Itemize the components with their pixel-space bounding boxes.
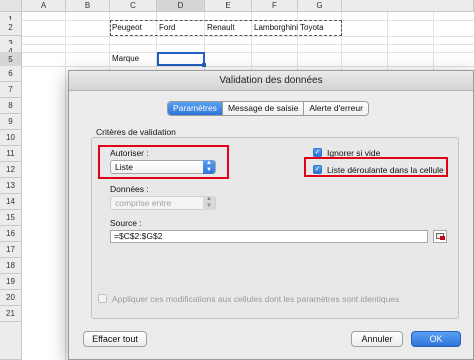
grid-line [22,52,474,53]
range-arrow-icon [440,236,445,240]
tab-bar: Paramètres Message de saisie Alerte d'er… [167,101,369,116]
column-header-blank [342,0,474,12]
row-header-21[interactable]: 21 [0,306,22,322]
row-header-6[interactable]: 6 [0,66,22,82]
column-header-f[interactable]: F [252,0,298,12]
row-header-15[interactable]: 15 [0,210,22,226]
row-header-9[interactable]: 9 [0,114,22,130]
row-header-20[interactable]: 20 [0,290,22,306]
row-header-blank [0,322,22,360]
source-input[interactable]: =$C$2:$G$2 [110,230,428,243]
select-all-corner[interactable] [0,0,22,12]
row-header-14[interactable]: 14 [0,194,22,210]
grid-line [22,44,474,45]
row-header-2[interactable]: 2 [0,20,22,36]
column-header-c[interactable]: C [110,0,157,12]
column-header-a[interactable]: A [22,0,66,12]
row-header-19[interactable]: 19 [0,274,22,290]
column-header-d[interactable]: D [157,0,205,12]
selected-cell-d5[interactable] [157,52,206,67]
row-header-18[interactable]: 18 [0,258,22,274]
source-label: Source : [110,218,142,228]
row-header-11[interactable]: 11 [0,146,22,162]
ignore-blank-checkbox[interactable]: ✓ [313,148,322,157]
row-header-17[interactable]: 17 [0,242,22,258]
chevron-updown-icon: ▲ ▼ [203,196,215,210]
tab-settings[interactable]: Paramètres [168,102,223,115]
column-header-e[interactable]: E [205,0,252,12]
range-picker-button[interactable] [433,230,447,243]
tab-input-message[interactable]: Message de saisie [222,102,305,115]
row-header-7[interactable]: 7 [0,82,22,98]
row-header-10[interactable]: 10 [0,130,22,146]
apply-to-similar-checkbox[interactable] [98,294,107,303]
cell-c5[interactable]: Marque [110,52,139,66]
grid-line [22,36,474,37]
data-select-value: comprise entre [115,198,172,208]
allow-highlight-box [98,145,229,179]
column-header-b[interactable]: B [66,0,110,12]
copy-range-marquee [110,20,342,36]
row-header-8[interactable]: 8 [0,98,22,114]
row-header-12[interactable]: 12 [0,162,22,178]
column-header-g[interactable]: G [298,0,342,12]
cancel-button[interactable]: Annuler [351,331,403,347]
data-select: comprise entre ▲ ▼ [110,196,216,210]
dropdown-highlight-box [304,157,448,177]
data-label: Données : [110,184,149,194]
grid-line [65,12,66,360]
ok-button[interactable]: OK [411,331,461,347]
grid-line [22,66,474,67]
apply-to-similar-label: Appliquer ces modifications aux cellules… [112,294,400,304]
tab-error-alert[interactable]: Alerte d'erreur [304,102,368,115]
clear-all-button[interactable]: Effacer tout [83,331,147,347]
row-header-16[interactable]: 16 [0,226,22,242]
row-header-13[interactable]: 13 [0,178,22,194]
section-label: Critères de validation [96,127,176,137]
data-validation-dialog: Validation des données Paramètres Messag… [68,70,474,360]
dialog-title: Validation des données [69,71,473,91]
